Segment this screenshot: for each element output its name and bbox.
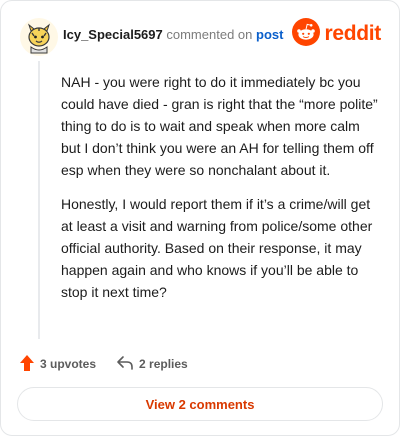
reply-count: 2 replies xyxy=(139,357,188,371)
reddit-wordmark: reddit xyxy=(324,22,381,45)
reply-arrow-icon xyxy=(116,355,134,374)
thread-line xyxy=(38,61,40,339)
replies-button[interactable]: 2 replies xyxy=(116,355,188,374)
upvote-count: 3 upvotes xyxy=(40,357,97,371)
comment-card: Icy_Special5697 commented on post reddit xyxy=(0,0,400,436)
upvote-button[interactable]: 3 upvotes xyxy=(19,354,96,375)
snoo-avatar-icon[interactable] xyxy=(19,17,59,57)
reddit-logo-icon xyxy=(292,17,321,51)
comment-header: Icy_Special5697 commented on post reddit xyxy=(19,17,383,57)
comment-paragraph: NAH - you were right to do it immediatel… xyxy=(61,74,378,178)
upvote-arrow-icon xyxy=(19,354,35,375)
comment-byline: Icy_Special5697 commented on post xyxy=(63,27,283,42)
reddit-brand[interactable]: reddit xyxy=(292,17,381,51)
comment-actions: 3 upvotes 2 replies xyxy=(19,353,188,375)
comment-paragraph: Honestly, I would report them if it’s a … xyxy=(61,196,373,300)
post-link[interactable]: post xyxy=(256,27,283,42)
view-comments-button[interactable]: View 2 comments xyxy=(17,387,383,421)
comment-username[interactable]: Icy_Special5697 xyxy=(63,27,163,42)
comment-body: NAH - you were right to do it immediatel… xyxy=(61,71,383,315)
byline-connector: commented on xyxy=(166,27,253,42)
